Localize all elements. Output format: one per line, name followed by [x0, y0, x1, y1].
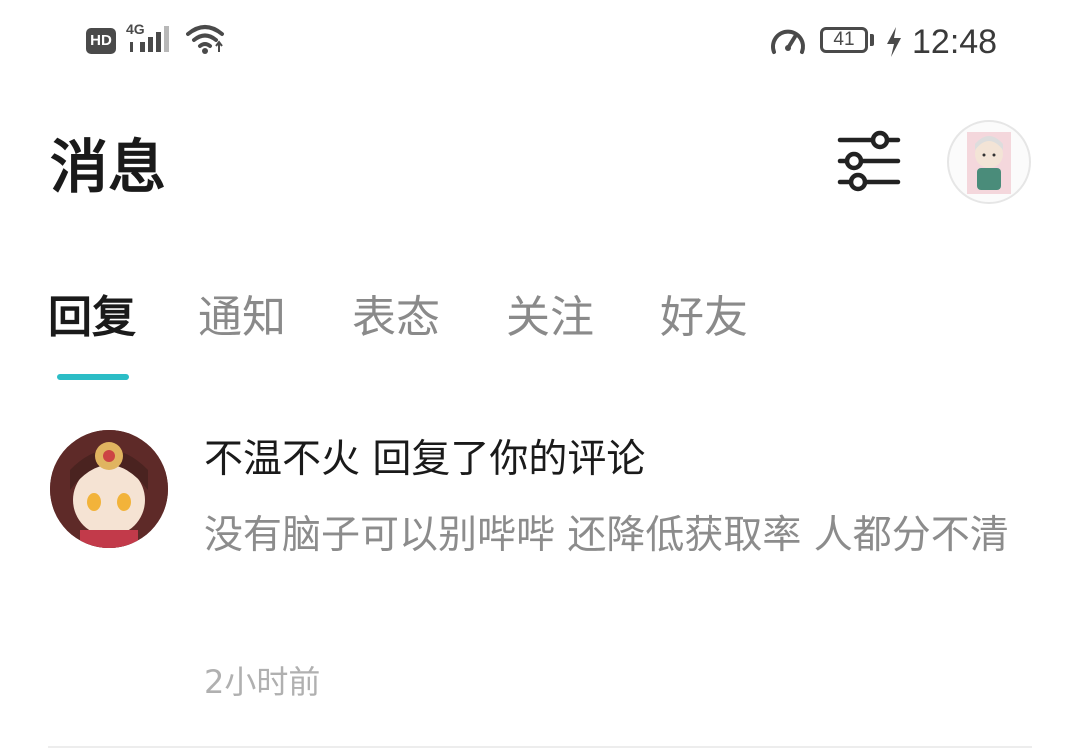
tab-reaction[interactable]: 表态: [352, 288, 440, 348]
battery-icon: 41: [820, 27, 868, 53]
sender-avatar[interactable]: [50, 430, 168, 548]
wifi-icon: [186, 25, 224, 54]
user-avatar[interactable]: [947, 120, 1031, 204]
message-item[interactable]: 不温不火 回复了你的评论 没有脑子可以别哔哔 还降低获取率 人都分不清 2小时前: [0, 410, 1080, 750]
user-avatar-image: [967, 132, 1011, 194]
sender-avatar-image: [50, 430, 168, 548]
divider: [48, 746, 1032, 748]
speedometer-icon: [771, 29, 805, 54]
tab-reply[interactable]: 回复: [48, 288, 136, 348]
active-tab-indicator: [57, 374, 129, 380]
tab-notice[interactable]: 通知: [198, 288, 286, 348]
tab-friends[interactable]: 好友: [660, 288, 748, 348]
status-bar: HD 4G 41 12:48: [0, 0, 1080, 84]
hd-badge: HD: [86, 28, 116, 54]
message-title: 不温不火 回复了你的评论: [204, 437, 646, 482]
battery-tip: [870, 34, 874, 46]
page-title: 消息: [50, 133, 167, 201]
messages-screen: HD 4G 41 12:48 消息 回复 通知 表态 关注 好友 不温不火 回复…: [0, 0, 1080, 750]
signal-icon: [130, 26, 169, 52]
sliders-icon[interactable]: [834, 128, 904, 198]
clock: 12:48: [912, 23, 998, 61]
message-tabs: 回复 通知 表态 关注 好友: [0, 288, 1080, 388]
charging-bolt-icon: [887, 27, 901, 57]
message-body: 没有脑子可以别哔哔 还降低获取率 人都分不清: [204, 513, 1009, 558]
message-time: 2小时前: [204, 663, 321, 701]
tab-follow[interactable]: 关注: [506, 288, 594, 348]
